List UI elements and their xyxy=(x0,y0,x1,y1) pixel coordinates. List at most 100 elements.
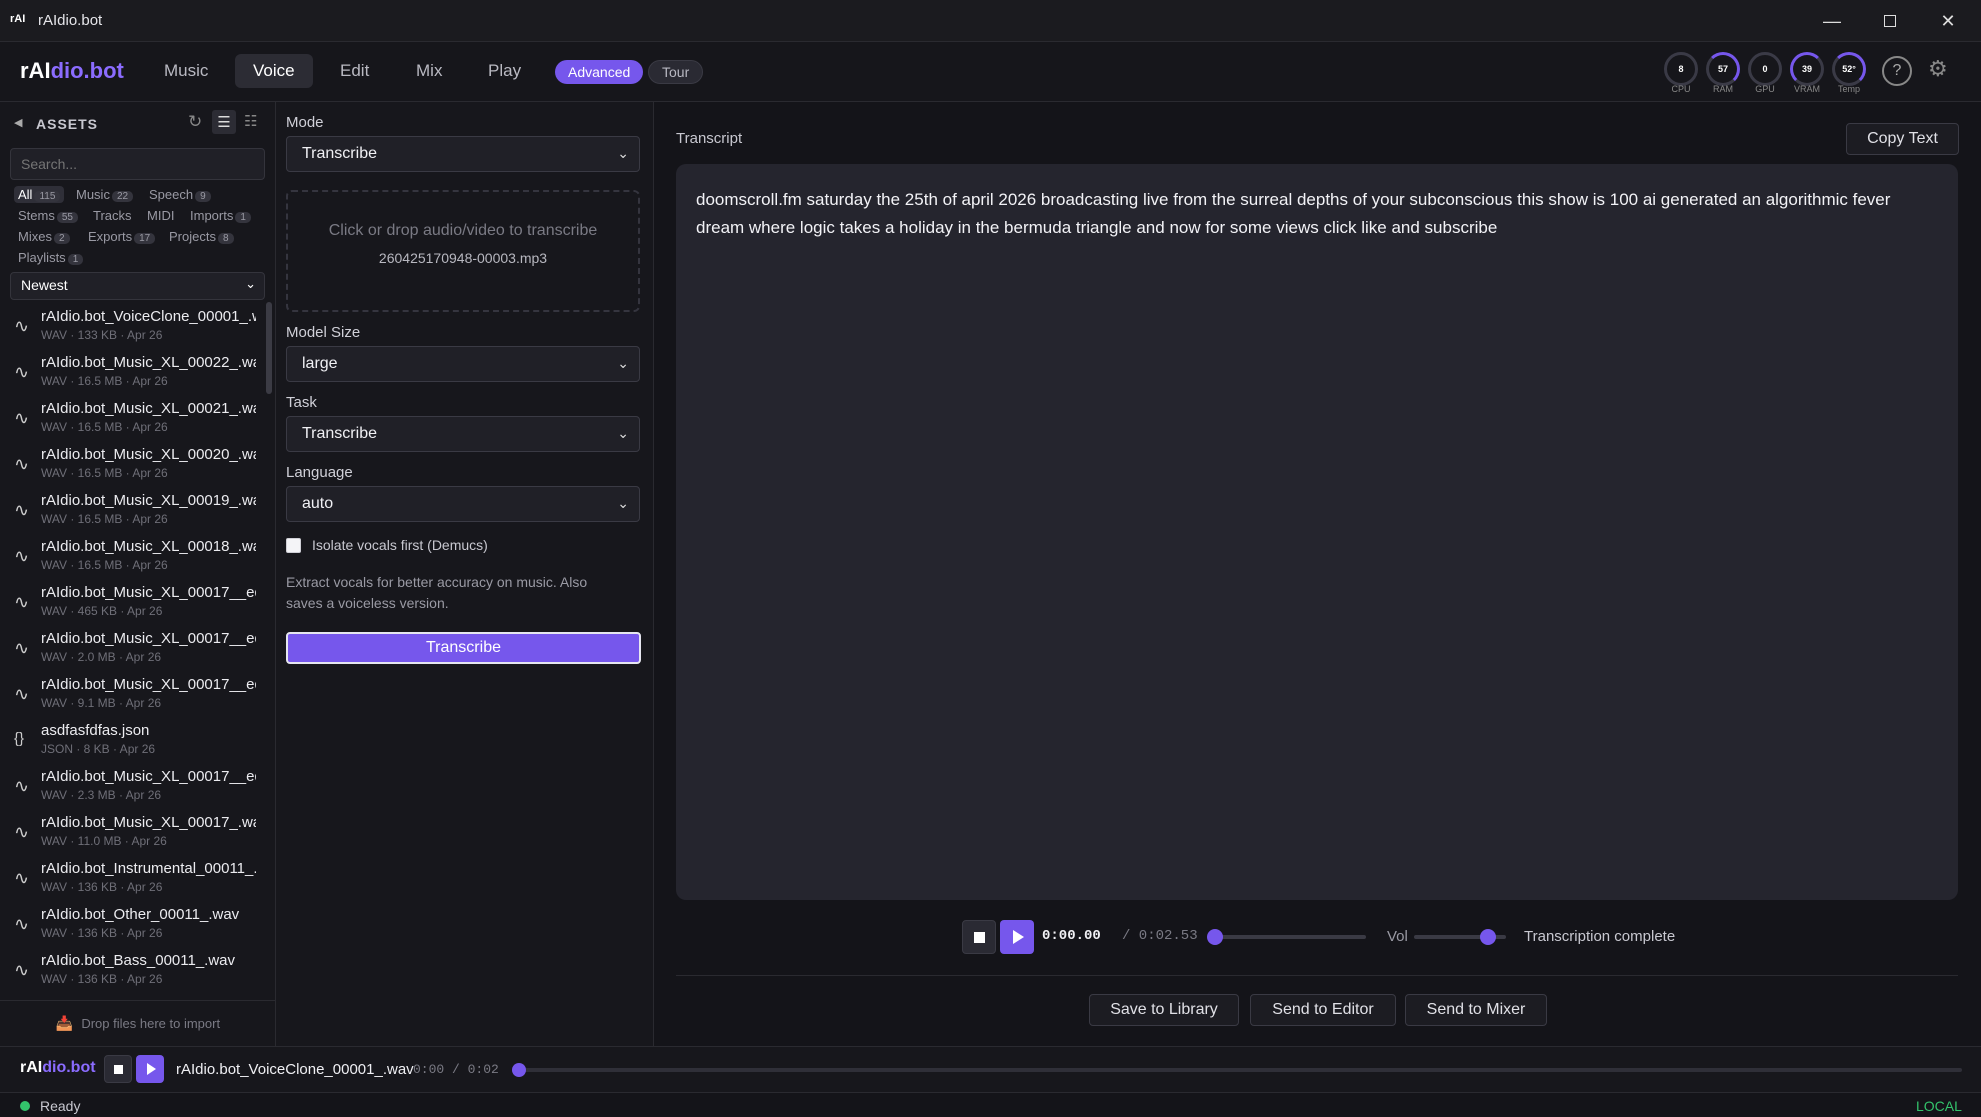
send-to-mixer-button[interactable]: Send to Mixer xyxy=(1405,994,1547,1026)
gauge-label: GPU xyxy=(1755,84,1775,94)
collapse-sidebar-icon[interactable]: ◀ xyxy=(14,116,22,129)
maximize-icon[interactable] xyxy=(1861,0,1919,42)
dropzone-filename: 260425170948-00003.mp3 xyxy=(378,250,548,266)
asset-meta: WAV · 16.5 MB · Apr 26 xyxy=(41,420,168,434)
list-item[interactable]: ∿ rAIdio.bot_Music_XL_00018_.wav WAV · 16.… xyxy=(0,532,262,578)
advanced-toggle[interactable]: Advanced xyxy=(555,60,644,84)
grid-view-icon[interactable]: ☷ xyxy=(244,112,257,130)
player-seek-handle[interactable] xyxy=(512,1063,526,1077)
player-seek-bar[interactable] xyxy=(512,1063,1962,1077)
asset-meta: WAV · 136 KB · Apr 26 xyxy=(41,972,163,986)
volume-slider[interactable] xyxy=(1414,929,1506,945)
close-icon[interactable]: ✕ xyxy=(1919,0,1977,42)
list-item[interactable]: ∿ rAIdio.bot_Music_XL_00017__edit.wav WAV … xyxy=(0,762,262,808)
player-play-button[interactable] xyxy=(136,1055,164,1083)
import-dropzone[interactable]: 📥 Drop files here to import xyxy=(0,1000,276,1046)
filter-tracks[interactable]: Tracks xyxy=(93,208,132,223)
waveform-icon: ∿ xyxy=(14,914,30,934)
sort-select[interactable]: Newest ⌄ xyxy=(10,272,265,300)
audio-dropzone[interactable]: Click or drop audio/video to transcribe … xyxy=(286,190,640,312)
filter-speech[interactable]: Speech 9 xyxy=(149,187,211,202)
tab-edit[interactable]: Edit xyxy=(322,54,387,88)
waveform-icon: ∿ xyxy=(14,960,30,980)
filter-all[interactable]: All 115 xyxy=(14,186,65,203)
save-to-library-button[interactable]: Save to Library xyxy=(1089,994,1239,1026)
list-item[interactable]: ∿ rAIdio.bot_Music_XL_00020_.wav WAV · 16.… xyxy=(0,440,262,486)
seek-handle[interactable] xyxy=(1207,929,1223,945)
list-item[interactable]: ∿ rAIdio.bot_Other_00011_.wav WAV · 136 KB… xyxy=(0,900,262,946)
list-item[interactable]: ∿ rAIdio.bot_Music_XL_00021_.wav WAV · 16.… xyxy=(0,394,262,440)
mode-label: Mode xyxy=(286,114,324,131)
filter-midi[interactable]: MIDI xyxy=(147,208,174,223)
copy-text-button[interactable]: Copy Text xyxy=(1846,123,1959,155)
list-item[interactable]: ∿ rAIdio.bot_Music_XL_00019_.wav WAV · 16.… xyxy=(0,486,262,532)
help-icon[interactable]: ? xyxy=(1882,56,1912,86)
asset-list-scrollbar[interactable] xyxy=(266,302,272,394)
language-select[interactable]: auto ⌄ xyxy=(286,486,640,522)
filter-projects[interactable]: Projects 8 xyxy=(169,229,234,244)
tab-voice[interactable]: Voice xyxy=(235,54,313,88)
asset-meta: WAV · 16.5 MB · Apr 26 xyxy=(41,558,168,572)
seek-bar[interactable] xyxy=(1207,929,1366,945)
list-item[interactable]: ∿ rAIdio.bot_Music_XL_00017_.wav WAV · 11.… xyxy=(0,808,262,854)
tab-mix[interactable]: Mix xyxy=(398,54,460,88)
mode-select[interactable]: Transcribe ⌄ xyxy=(286,136,640,172)
play-button[interactable] xyxy=(1000,920,1034,954)
isolate-help-text: Extract vocals for better accuracy on mu… xyxy=(286,574,588,611)
transcript-label: Transcript xyxy=(676,130,743,147)
list-view-icon[interactable]: ☰ xyxy=(212,110,236,134)
asset-name: rAIdio.bot_Music_XL_00018_.wav xyxy=(41,538,256,555)
transcript-area: Transcript Copy Text doomscroll.fm satur… xyxy=(654,102,1981,1046)
filter-exports[interactable]: Exports 17 xyxy=(88,229,156,244)
filter-mixes[interactable]: Mixes 2 xyxy=(18,229,70,244)
volume-handle[interactable] xyxy=(1479,929,1496,945)
ram-gauge: 57 xyxy=(1706,52,1740,86)
asset-name: rAIdio.bot_Music_XL_00017__edit.wav xyxy=(41,584,256,601)
waveform-icon: ∿ xyxy=(14,362,30,382)
list-item[interactable]: {} asdfasfdfas.json JSON · 8 KB · Apr 26 xyxy=(0,716,262,762)
status-message: Transcription complete xyxy=(1524,928,1676,945)
search-input[interactable] xyxy=(10,148,265,180)
tab-play[interactable]: Play xyxy=(470,54,539,88)
gear-icon[interactable]: ⚙ xyxy=(1928,56,1948,82)
list-item[interactable]: ∿ rAIdio.bot_Instrumental_00011_.wav WAV ·… xyxy=(0,854,262,900)
gauge-label: RAM xyxy=(1713,84,1733,94)
app-logo-icon: rAI xyxy=(10,13,26,25)
waveform-icon: ∿ xyxy=(14,546,30,566)
waveform-icon: ∿ xyxy=(14,684,30,704)
filter-music[interactable]: Music 22 xyxy=(76,187,134,202)
filter-playlists[interactable]: Playlists 1 xyxy=(18,250,84,265)
player-brand: rAIdio.bot xyxy=(20,1059,96,1076)
list-item[interactable]: ∿ rAIdio.bot_Bass_00011_.wav WAV · 136 KB … xyxy=(0,946,262,992)
tab-music[interactable]: Music xyxy=(146,54,226,88)
isolate-vocals-checkbox[interactable] xyxy=(286,538,301,553)
divider xyxy=(676,975,1958,976)
play-icon xyxy=(1013,930,1024,944)
list-item[interactable]: ∿ rAIdio.bot_Music_XL_00022_.wav WAV · 16.… xyxy=(0,348,262,394)
send-to-editor-button[interactable]: Send to Editor xyxy=(1250,994,1396,1026)
waveform-icon: ∿ xyxy=(14,454,30,474)
task-select[interactable]: Transcribe ⌄ xyxy=(286,416,640,452)
asset-meta: WAV · 136 KB · Apr 26 xyxy=(41,926,163,940)
minimize-icon[interactable]: — xyxy=(1803,0,1861,42)
player-stop-button[interactable] xyxy=(104,1055,132,1083)
transcribe-button[interactable]: Transcribe xyxy=(286,632,641,664)
transcript-text[interactable]: doomscroll.fm saturday the 25th of april… xyxy=(676,164,1958,900)
brand-logo[interactable]: rAIdio.bot xyxy=(20,58,124,84)
tour-button[interactable]: Tour xyxy=(648,60,704,84)
asset-name: rAIdio.bot_Music_XL_00017__edit.wav xyxy=(41,676,256,693)
list-item[interactable]: ∿ rAIdio.bot_VoiceClone_00001_.wav WAV · 1… xyxy=(0,302,262,348)
list-item[interactable]: ∿ rAIdio.bot_Music_XL_00017__edit.wav WAV … xyxy=(0,670,262,716)
model-size-select[interactable]: large ⌄ xyxy=(286,346,640,382)
play-icon xyxy=(147,1063,156,1075)
stop-button[interactable] xyxy=(962,920,996,954)
filter-imports[interactable]: Imports 1 xyxy=(190,208,251,223)
waveform-icon: ∿ xyxy=(14,776,30,796)
list-item[interactable]: ∿ rAIdio.bot_Music_XL_00017__edit.wav WAV … xyxy=(0,624,262,670)
refresh-icon[interactable]: ↻ xyxy=(188,112,202,132)
waveform-icon: ∿ xyxy=(14,592,30,612)
list-item[interactable]: ∿ rAIdio.bot_Music_XL_00017__edit.wav WAV … xyxy=(0,578,262,624)
filter-stems[interactable]: Stems 55 xyxy=(18,208,78,223)
dropzone-prompt: Click or drop audio/video to transcribe xyxy=(328,222,598,239)
asset-meta: WAV · 2.0 MB · Apr 26 xyxy=(41,650,162,664)
